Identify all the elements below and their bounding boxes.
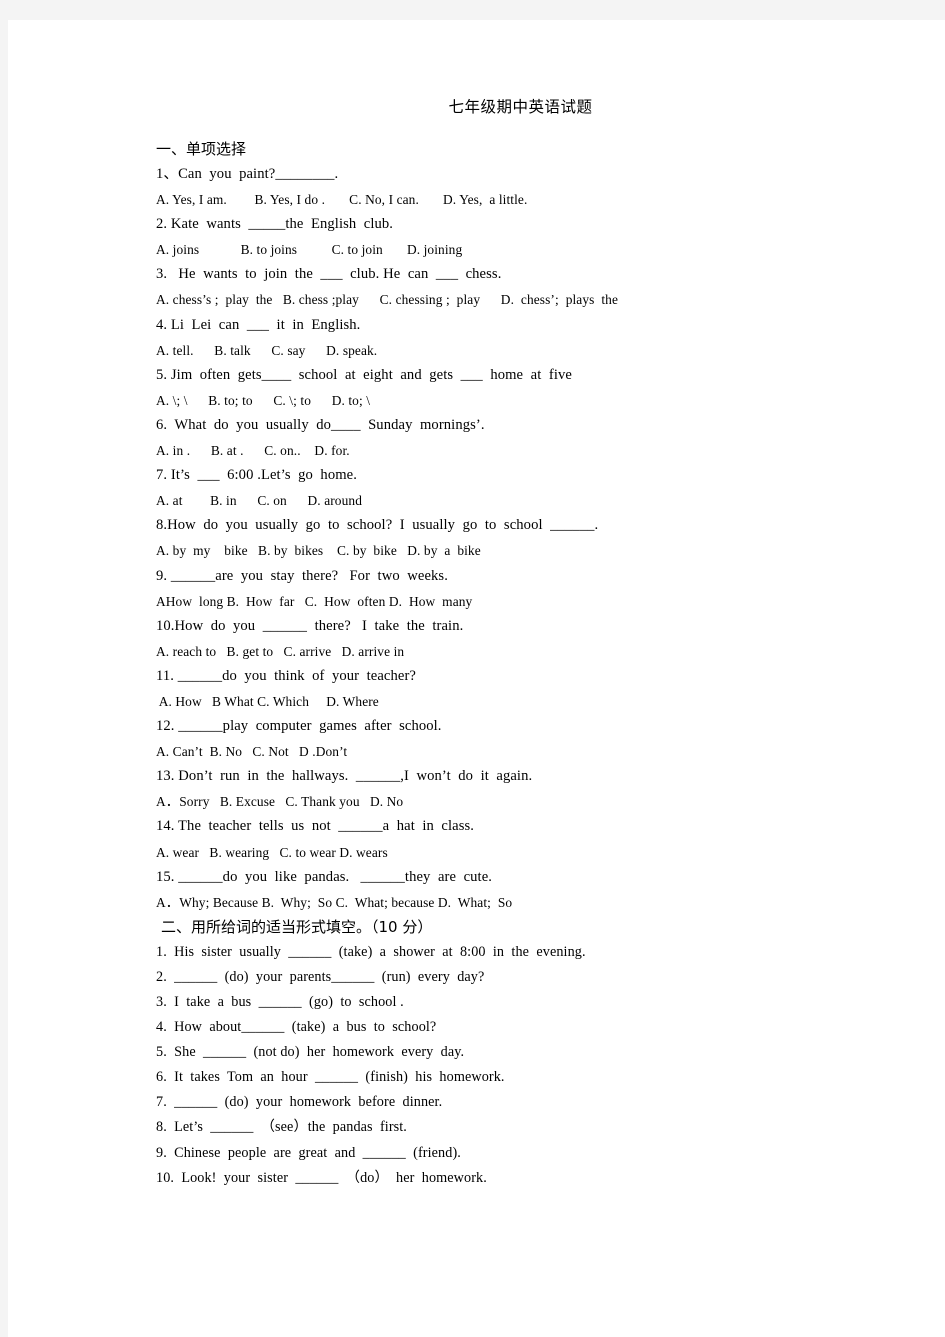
answer-options-row: A. in . B. at . C. on.. D. for.	[156, 443, 350, 459]
question-row: 6. What do you usually do____ Sunday mor…	[156, 416, 485, 433]
question-row: 7. ______ (do) your homework before dinn…	[156, 1094, 443, 1111]
answer-options-row: A. reach to B. get to C. arrive D. arriv…	[156, 643, 405, 659]
answer-options-row: A. at B. in C. on D. around	[156, 493, 362, 509]
answer-options-row: A. chess’s ; play the B. chess ;play C. …	[156, 292, 619, 308]
question-row: 5. Jim often gets____ school at eight an…	[156, 366, 572, 383]
answer-options-row: A. Can’t B. No C. Not D .Don’t	[156, 744, 348, 760]
question-row: 5. She ______ (not do) her homework ever…	[156, 1044, 465, 1061]
question-row: 11. ______do you think of your teacher?	[156, 667, 417, 684]
question-row: 13. Don’t run in the hallways. ______,I …	[156, 768, 533, 785]
answer-options-row: A. wear B. wearing C. to wear D. wears	[156, 844, 388, 860]
question-row: 14. The teacher tells us not ______a hat…	[156, 818, 475, 835]
section-multiple-choice: 一、单项选择 1、Can you paint?________. A. Yes, …	[148, 137, 838, 915]
question-row: 9. Chinese people are great and ______ (…	[156, 1144, 461, 1161]
question-row: 9. ______are you stay there? For two wee…	[156, 567, 448, 584]
answer-options-row: A. \; \ B. to; to C. \; to D. to; \	[156, 392, 371, 408]
question-row: 8. Let’s ______ （see）the pandas first.	[156, 1119, 407, 1136]
question-row: 6. It takes Tom an hour ______ (finish) …	[156, 1069, 505, 1086]
answer-options-row: A. by my bike B. by bikes C. by bike D. …	[156, 543, 481, 559]
question-row: 4. Li Lei can ___ it in English.	[156, 316, 361, 333]
question-row: 10.How do you ______ there? I take the t…	[156, 617, 464, 634]
question-row: 2. Kate wants _____the English club.	[156, 216, 394, 233]
question-row: 12. ______play computer games after scho…	[156, 718, 442, 735]
question-list-multiple-choice: 1、Can you paint?________. A. Yes, I am. B…	[148, 162, 838, 915]
question-row: 15. ______do you like pandas. ______they…	[156, 868, 493, 885]
answer-options-row: AHow long B. How far C. How often D. How…	[156, 593, 473, 609]
document-content: 七年级期中英语试题 一、单项选择 1、Can you paint?_______…	[148, 95, 838, 1191]
question-row: 3. He wants to join the ___ club. He can…	[156, 266, 502, 283]
question-row: 8.How do you usually go to school? I usu…	[156, 517, 599, 534]
answer-options-row: A. tell. B. talk C. say D. speak.	[156, 342, 378, 358]
question-row: 7. It’s ___ 6:00 .Let’s go home.	[156, 467, 358, 484]
answer-options-row: A. joins B. to joins C. to join D. joini…	[156, 242, 463, 258]
question-row: 1. His sister usually ______ (take) a sh…	[156, 943, 586, 960]
document-page: 七年级期中英语试题 一、单项选择 1、Can you paint?_______…	[8, 20, 945, 1337]
question-row: 3. I take a bus ______ (go) to school .	[156, 994, 404, 1010]
section-heading-multiple-choice: 一、单项选择	[156, 140, 247, 158]
answer-options-row: A．Why; Because B. Why; So C. What; becau…	[156, 894, 513, 910]
answer-options-row: A. How B What C. Which D. Where	[156, 693, 379, 709]
question-row: 4. How about______ (take) a bus to schoo…	[156, 1019, 437, 1036]
section-word-forms: 二、用所给词的适当形式填空。（10 分） 1. His sister usual…	[148, 915, 838, 1191]
question-list-word-forms: 1. His sister usually ______ (take) a sh…	[148, 940, 838, 1191]
section-heading-word-forms: 二、用所给词的适当形式填空。（10 分）	[161, 917, 433, 936]
page-title: 七年级期中英语试题	[448, 98, 593, 116]
question-row: 1、Can you paint?________.	[156, 166, 339, 182]
answer-options-row: A. Yes, I am. B. Yes, I do . C. No, I ca…	[156, 192, 528, 208]
question-row: 2. ______ (do) your parents______ (run) …	[156, 968, 485, 985]
answer-options-row: A．Sorry B. Excuse C. Thank you D. No	[156, 794, 404, 810]
question-row: 10. Look! your sister ______ （do） her ho…	[156, 1169, 487, 1186]
